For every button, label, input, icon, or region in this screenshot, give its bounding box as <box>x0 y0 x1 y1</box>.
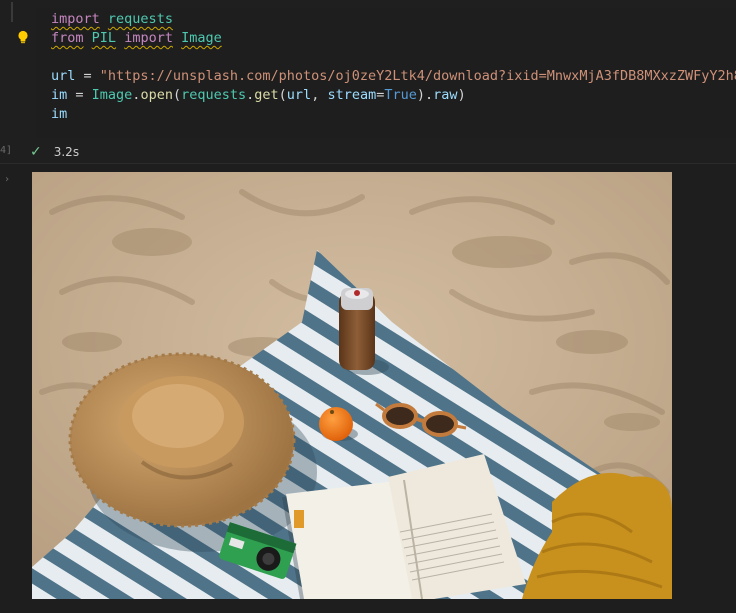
execution-duration: 3.2s <box>53 145 80 159</box>
module-requests: requests <box>181 87 247 103</box>
image-output <box>32 172 672 599</box>
orange-fruit <box>319 407 353 441</box>
var-im: im <box>51 106 68 122</box>
class-image: Image <box>91 87 133 103</box>
fn-open: open <box>140 87 173 103</box>
from-keyword: from <box>51 30 84 46</box>
fn-get: get <box>254 87 279 103</box>
output-gutter: › <box>0 164 20 613</box>
code-line[interactable]: im <box>51 105 67 124</box>
dot: . <box>425 87 434 103</box>
import-keyword: import <box>124 30 173 46</box>
code-line[interactable]: im = Image.open(requests.get(url, stream… <box>51 86 466 105</box>
operator: = <box>67 87 92 103</box>
module-requests: requests <box>107 11 173 27</box>
var-url: url <box>51 68 76 84</box>
import-keyword: import <box>51 11 100 27</box>
beach-photo <box>32 172 672 599</box>
output-collapse-icon[interactable]: › <box>4 174 10 185</box>
const-true: True <box>384 87 417 103</box>
paren: ) <box>457 87 466 103</box>
lightbulb-icon[interactable] <box>17 30 29 44</box>
operator: = <box>75 68 100 84</box>
paren: ( <box>278 87 287 103</box>
attr-raw: raw <box>433 87 458 103</box>
url-string: "https://unsplash.com/photos/oj0zeY2Ltk4… <box>99 68 736 84</box>
var-url: url <box>286 87 312 103</box>
module-pil: PIL <box>91 30 117 46</box>
paren: ( <box>172 87 182 103</box>
check-icon: ✓ <box>30 144 42 160</box>
code-line[interactable]: import requests <box>51 10 173 29</box>
var-im: im <box>51 87 68 103</box>
execution-count: 4] <box>0 145 13 156</box>
code-line[interactable]: from PIL import Image <box>51 29 222 48</box>
kwarg-stream: stream <box>327 87 377 103</box>
code-editor[interactable]: import requests from PIL import Image url … <box>36 8 736 138</box>
class-image: Image <box>181 30 222 46</box>
comma: , <box>311 87 328 103</box>
cell-status: ✓ 3.2s <box>30 143 79 161</box>
cell-gutter: 4] <box>0 0 14 163</box>
code-cell[interactable]: 4] import requests from PIL import Image u… <box>0 0 736 164</box>
code-line[interactable]: url = "https://unsplash.com/photos/oj0ze… <box>51 67 736 86</box>
cell-focus-bar <box>11 2 13 22</box>
paren: ) <box>416 87 426 103</box>
